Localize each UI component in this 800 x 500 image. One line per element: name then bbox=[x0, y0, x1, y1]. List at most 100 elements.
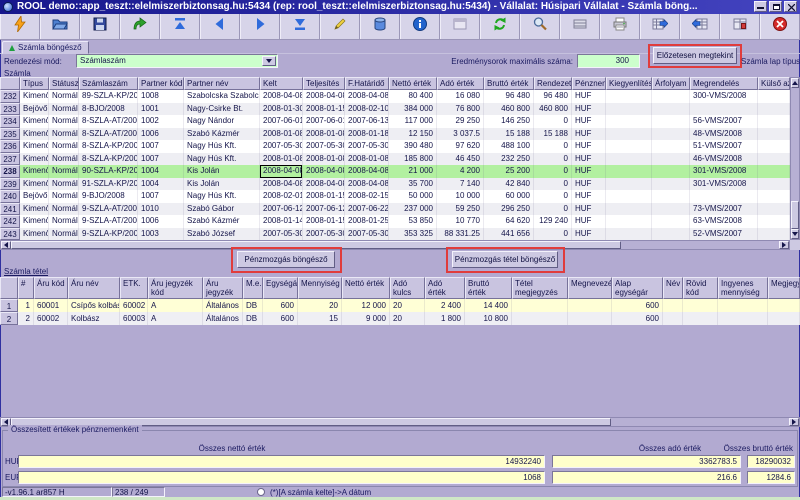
table-cell[interactable]: 2 bbox=[18, 312, 34, 325]
table-cell[interactable]: 2008-04-08 bbox=[260, 165, 303, 178]
table-cell[interactable] bbox=[606, 178, 652, 191]
invoice-row[interactable]: 243KimenőNormál9-SZLA-KP/20071003Szabó J… bbox=[0, 228, 790, 241]
table-cell[interactable]: HUF bbox=[572, 203, 606, 216]
column-header[interactable]: Adó kulcs bbox=[390, 277, 425, 299]
table-cell[interactable]: Kimenő bbox=[20, 178, 49, 191]
table-cell[interactable] bbox=[652, 178, 690, 191]
table-cell[interactable]: Normál bbox=[49, 203, 79, 216]
table-cell[interactable] bbox=[652, 190, 690, 203]
table-cell[interactable]: 600 bbox=[263, 312, 298, 325]
table-cell[interactable] bbox=[512, 299, 568, 312]
table-cell[interactable] bbox=[768, 312, 800, 325]
table-cell[interactable] bbox=[758, 228, 790, 241]
table-cell[interactable]: 1004 bbox=[138, 165, 184, 178]
table-cell[interactable]: 63-VMS/2008 bbox=[690, 215, 758, 228]
table-cell[interactable]: 60003 bbox=[120, 312, 148, 325]
column-header[interactable]: M.e. bbox=[243, 277, 263, 299]
scroll-left-icon[interactable] bbox=[1, 241, 11, 249]
table-cell[interactable]: 353 325 bbox=[389, 228, 437, 241]
table-cell[interactable]: 21 000 bbox=[389, 165, 437, 178]
table-cell[interactable] bbox=[652, 103, 690, 116]
table-cell[interactable]: HUF bbox=[572, 165, 606, 178]
column-header[interactable]: F.Határidő bbox=[345, 77, 389, 90]
table-cell[interactable] bbox=[606, 153, 652, 166]
scroll-right-icon[interactable] bbox=[789, 418, 799, 426]
table-cell[interactable]: 146 250 bbox=[484, 115, 534, 128]
table-cell[interactable]: 12 150 bbox=[389, 128, 437, 141]
column-header[interactable]: Megnevezés bbox=[568, 277, 612, 299]
table-cell[interactable]: HUF bbox=[572, 153, 606, 166]
table-cell[interactable]: Szabó Gábor bbox=[184, 203, 260, 216]
table-cell[interactable]: Kimenő bbox=[20, 140, 49, 153]
table-cell[interactable]: 1007 bbox=[138, 140, 184, 153]
close-button[interactable] bbox=[784, 1, 797, 12]
table-cell[interactable]: 2008-01-18 bbox=[345, 128, 389, 141]
table-cell[interactable] bbox=[663, 299, 683, 312]
table-cell[interactable] bbox=[758, 140, 790, 153]
table-cell[interactable]: HUF bbox=[572, 190, 606, 203]
toolbar-button-first-record[interactable] bbox=[160, 14, 200, 39]
table-cell[interactable]: 14 400 bbox=[465, 299, 512, 312]
table-cell[interactable]: 390 480 bbox=[389, 140, 437, 153]
table-cell[interactable]: 89-SZLA-KP/2008 bbox=[79, 90, 138, 103]
row-number[interactable]: 232 bbox=[0, 90, 20, 103]
column-header[interactable]: Bruttó érték bbox=[465, 277, 512, 299]
toolbar-button-table-delete[interactable] bbox=[720, 14, 760, 39]
invoice-row[interactable]: 238KimenőNormál90-SZLA-KP/20081004Kis Jo… bbox=[0, 165, 790, 178]
column-header[interactable]: Bruttó érték bbox=[484, 77, 534, 90]
table-cell[interactable]: 0 bbox=[534, 203, 572, 216]
table-cell[interactable]: 1007 bbox=[138, 190, 184, 203]
toolbar-button-edit[interactable] bbox=[320, 14, 360, 39]
table-cell[interactable]: 300-VMS/2008 bbox=[690, 90, 758, 103]
table-cell[interactable] bbox=[718, 312, 768, 325]
column-header[interactable]: Név bbox=[663, 277, 683, 299]
table-cell[interactable]: 2008-04-08 bbox=[303, 178, 345, 191]
table-cell[interactable]: 2007-06-13 bbox=[345, 115, 389, 128]
toolbar-button-last-record[interactable] bbox=[280, 14, 320, 39]
column-header[interactable]: Pénznem bbox=[572, 77, 606, 90]
table-cell[interactable]: 2008-01-15 bbox=[303, 215, 345, 228]
table-cell[interactable]: 2008-04-08 bbox=[345, 90, 389, 103]
table-cell[interactable] bbox=[652, 115, 690, 128]
table-cell[interactable] bbox=[606, 90, 652, 103]
table-cell[interactable]: 2008-04-08 bbox=[345, 165, 389, 178]
table-cell[interactable] bbox=[606, 103, 652, 116]
table-cell[interactable]: 20 bbox=[298, 299, 342, 312]
table-cell[interactable]: Kimenő bbox=[20, 128, 49, 141]
table-cell[interactable] bbox=[718, 299, 768, 312]
table-cell[interactable]: 441 656 bbox=[484, 228, 534, 241]
invoice-row[interactable]: 232KimenőNormál89-SZLA-KP/20081008Szabol… bbox=[0, 90, 790, 103]
toolbar-button-print[interactable] bbox=[600, 14, 640, 39]
table-cell[interactable]: 2007-06-12 bbox=[260, 203, 303, 216]
table-cell[interactable]: HUF bbox=[572, 178, 606, 191]
table-cell[interactable] bbox=[758, 215, 790, 228]
toolbar-button-table-export[interactable] bbox=[640, 14, 680, 39]
invoice-hscrollbar[interactable] bbox=[0, 240, 790, 250]
tab-szamla-bongeszo[interactable]: Számla böngésző bbox=[2, 41, 89, 54]
column-header[interactable]: Áru kód bbox=[34, 277, 68, 299]
column-header[interactable]: Alap egységár bbox=[612, 277, 663, 299]
table-cell[interactable] bbox=[606, 215, 652, 228]
table-cell[interactable]: 2008-01-08 bbox=[345, 153, 389, 166]
table-cell[interactable]: 384 000 bbox=[389, 103, 437, 116]
table-cell[interactable]: 296 250 bbox=[484, 203, 534, 216]
table-cell[interactable]: 4 200 bbox=[437, 165, 484, 178]
column-header[interactable]: Státusz bbox=[49, 77, 79, 90]
table-cell[interactable]: 35 700 bbox=[389, 178, 437, 191]
table-cell[interactable]: 2008-01-08 bbox=[260, 128, 303, 141]
table-cell[interactable]: 2008-01-15 bbox=[303, 190, 345, 203]
toolbar-button-previous-record[interactable] bbox=[200, 14, 240, 39]
table-cell[interactable]: 60001 bbox=[34, 299, 68, 312]
table-cell[interactable] bbox=[606, 140, 652, 153]
table-cell[interactable]: 46 450 bbox=[437, 153, 484, 166]
table-cell[interactable] bbox=[652, 228, 690, 241]
table-cell[interactable]: 460 800 bbox=[534, 103, 572, 116]
table-cell[interactable] bbox=[768, 299, 800, 312]
table-cell[interactable]: HUF bbox=[572, 103, 606, 116]
table-cell[interactable]: 2007-05-30 bbox=[303, 228, 345, 241]
invoice-hscroll-thumb[interactable] bbox=[11, 241, 621, 249]
table-cell[interactable] bbox=[652, 128, 690, 141]
table-cell[interactable]: 52-VMS/2007 bbox=[690, 228, 758, 241]
column-header[interactable]: Áru jegyzék bbox=[203, 277, 243, 299]
table-cell[interactable]: Bejövő bbox=[20, 103, 49, 116]
